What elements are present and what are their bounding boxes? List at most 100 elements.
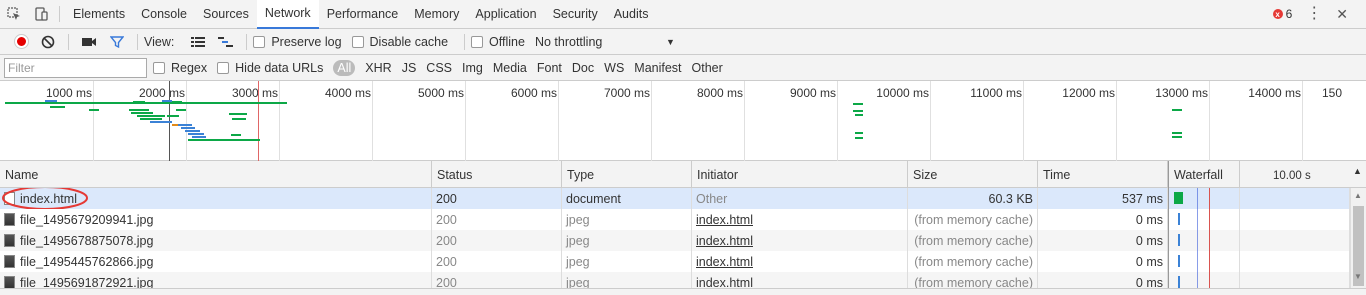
cell-type: document	[562, 188, 692, 209]
filter-type-other[interactable]: Other	[692, 61, 723, 75]
scroll-down-arrow-icon[interactable]: ▼	[1354, 272, 1362, 281]
separator	[59, 6, 60, 22]
filter-type-img[interactable]: Img	[462, 61, 483, 75]
column-header-name[interactable]: Name	[0, 161, 432, 188]
filter-button[interactable]	[103, 35, 131, 49]
overview-bar	[178, 124, 192, 126]
tab-memory[interactable]: Memory	[406, 0, 467, 29]
error-count-badge[interactable]: x 6	[1272, 7, 1292, 21]
column-header-type[interactable]: Type	[562, 161, 692, 188]
overview-gridline	[930, 81, 931, 161]
overview-tick-label: 150	[1322, 86, 1343, 100]
overview-bar	[188, 139, 260, 141]
filter-type-manifest[interactable]: Manifest	[634, 61, 681, 75]
waterfall-bar	[1178, 213, 1180, 225]
requests-table-header: Name Status Type Initiator Size Time Wat…	[0, 161, 1366, 188]
overview-bar	[192, 136, 206, 138]
filter-type-font[interactable]: Font	[537, 61, 562, 75]
device-toolbar-icon[interactable]	[27, 0, 54, 29]
network-overview[interactable]: 1000 ms 2000 ms 3000 ms 4000 ms 5000 ms …	[0, 81, 1366, 161]
record-button[interactable]	[6, 35, 34, 48]
column-header-waterfall[interactable]: Waterfall 10.00 s ▲	[1168, 161, 1366, 188]
filter-type-xhr[interactable]: XHR	[365, 61, 391, 75]
tab-network[interactable]: Network	[256, 0, 319, 29]
tab-console[interactable]: Console	[133, 0, 195, 29]
regex-checkbox[interactable]: Regex	[153, 61, 207, 75]
overview-tick-label: 3000 ms	[231, 86, 278, 100]
filter-input[interactable]	[4, 57, 147, 78]
capture-screenshots-button[interactable]	[75, 36, 103, 48]
filter-type-css[interactable]: CSS	[426, 61, 452, 75]
filter-type-media[interactable]: Media	[493, 61, 527, 75]
cell-time: 537 ms	[1038, 188, 1168, 209]
requests-table: index.html 200 document Other 60.3 KB 53…	[0, 188, 1350, 293]
overview-bar	[1172, 132, 1182, 134]
column-header-initiator[interactable]: Initiator	[692, 161, 908, 188]
initiator-link[interactable]: index.html	[696, 234, 753, 248]
cell-size: (from memory cache)	[908, 251, 1038, 272]
overview-gridline	[1302, 81, 1303, 161]
cell-initiator: Other	[692, 188, 908, 209]
waterfall-scale-label: 10.00 s	[1273, 170, 1311, 182]
tab-elements[interactable]: Elements	[65, 0, 133, 29]
tab-audits[interactable]: Audits	[606, 0, 657, 29]
filter-type-ws[interactable]: WS	[604, 61, 624, 75]
preserve-log-label: Preserve log	[271, 34, 342, 49]
cell-status: 200	[432, 251, 562, 272]
tab-application[interactable]: Application	[467, 0, 544, 29]
view-label: View:	[144, 34, 175, 49]
hide-data-urls-checkbox[interactable]: Hide data URLs	[217, 61, 323, 75]
overview-bar	[45, 100, 57, 102]
cell-initiator: index.html	[692, 251, 908, 272]
cell-initiator: index.html	[692, 209, 908, 230]
close-icon[interactable]: ✕	[1336, 6, 1348, 23]
table-row[interactable]: index.html 200 document Other 60.3 KB 53…	[0, 188, 1350, 209]
separator	[464, 33, 466, 50]
column-header-status[interactable]: Status	[432, 161, 562, 188]
more-options-icon[interactable]: ⋮	[1306, 6, 1322, 22]
tab-security[interactable]: Security	[545, 0, 606, 29]
cell-size: (from memory cache)	[908, 209, 1038, 230]
overview-bar	[855, 137, 863, 139]
inspect-element-icon[interactable]	[0, 0, 27, 29]
overview-bar	[129, 109, 149, 111]
filter-type-doc[interactable]: Doc	[572, 61, 594, 75]
vertical-scrollbar[interactable]: ▲ ▼	[1350, 188, 1366, 288]
overview-bar	[232, 118, 246, 120]
column-header-size[interactable]: Size	[908, 161, 1038, 188]
checkbox-box	[217, 61, 230, 74]
overview-gridline	[1209, 81, 1210, 161]
throttling-select[interactable]: No throttling ▼	[535, 35, 675, 49]
overview-gridline	[558, 81, 559, 161]
cell-name: file_1495445762866.jpg	[0, 251, 432, 272]
column-header-time[interactable]: Time	[1038, 161, 1168, 188]
sort-up-icon[interactable]: ▲	[1353, 166, 1362, 176]
request-name: file_1495678875078.jpg	[20, 233, 154, 248]
filter-type-js[interactable]: JS	[402, 61, 417, 75]
table-row[interactable]: file_1495679209941.jpg 200 jpeg index.ht…	[0, 209, 1350, 230]
video-camera-icon	[82, 37, 96, 46]
annotation-circle	[2, 188, 88, 209]
filter-type-all[interactable]: All	[333, 59, 356, 76]
initiator-link[interactable]: index.html	[696, 213, 753, 227]
waterfall-bar	[1178, 255, 1180, 267]
large-rows-button[interactable]	[184, 36, 212, 48]
scroll-up-arrow-icon[interactable]: ▲	[1354, 191, 1362, 200]
table-row[interactable]: file_1495678875078.jpg 200 jpeg index.ht…	[0, 230, 1350, 251]
overview-bar	[137, 115, 165, 117]
overview-tick-label: 1000 ms	[45, 86, 92, 100]
disable-cache-checkbox[interactable]: Disable cache	[351, 35, 448, 49]
overview-toggle-button[interactable]	[212, 36, 240, 48]
initiator-link[interactable]: index.html	[696, 255, 753, 269]
tab-performance[interactable]: Performance	[319, 0, 407, 29]
tab-sources[interactable]: Sources	[195, 0, 257, 29]
clear-button[interactable]	[34, 35, 62, 49]
waterfall-header-label: Waterfall	[1174, 167, 1223, 182]
separator	[137, 33, 138, 50]
offline-checkbox[interactable]: Offline	[471, 35, 525, 49]
preserve-log-checkbox[interactable]: Preserve log	[253, 34, 342, 49]
separator	[68, 33, 69, 50]
cell-type: jpeg	[562, 209, 692, 230]
cell-waterfall	[1168, 230, 1350, 251]
table-row[interactable]: file_1495445762866.jpg 200 jpeg index.ht…	[0, 251, 1350, 272]
